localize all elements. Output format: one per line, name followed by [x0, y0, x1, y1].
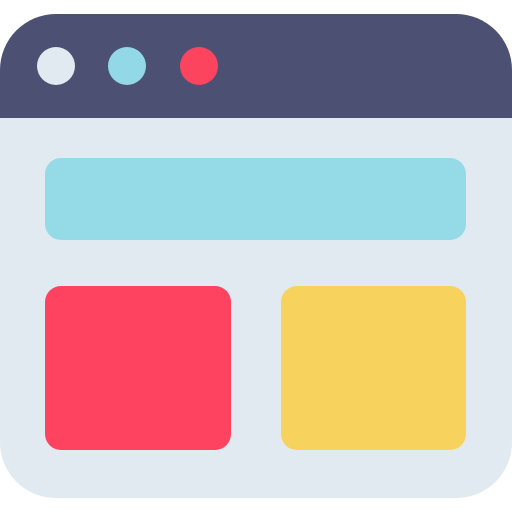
banner-block: [45, 158, 466, 240]
card-left: [45, 286, 231, 450]
browser-window-icon: [0, 14, 512, 498]
window-dot-light: [37, 47, 75, 85]
content-area: [0, 118, 512, 498]
card-right: [281, 286, 466, 450]
title-bar: [0, 14, 512, 118]
window-dot-red: [180, 47, 218, 85]
window-dot-blue: [108, 47, 146, 85]
